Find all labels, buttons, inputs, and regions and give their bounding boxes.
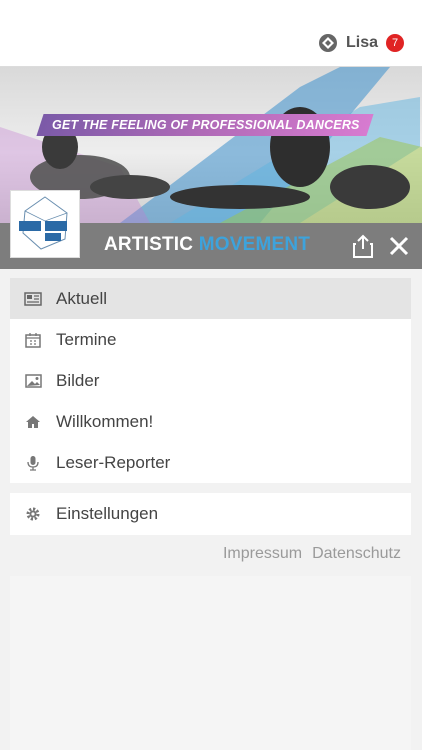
menu-item-leser-reporter[interactable]: Leser-Reporter <box>10 442 411 483</box>
impressum-link[interactable]: Impressum <box>223 545 302 563</box>
datenschutz-link[interactable]: Datenschutz <box>312 545 401 563</box>
share-icon[interactable] <box>350 233 376 259</box>
menu-item-label: Bilder <box>56 370 100 390</box>
footer-links: Impressum Datenschutz <box>223 545 401 563</box>
menu-item-label: Leser-Reporter <box>56 452 171 472</box>
notification-badge: 7 <box>386 34 404 52</box>
main-menu: Aktuell Termine Bilder Willkommen! Leser… <box>10 278 411 483</box>
menu-item-aktuell[interactable]: Aktuell <box>10 278 411 319</box>
top-bar: Lisa 7 <box>0 0 422 67</box>
settings-menu: Einstellungen <box>10 493 411 535</box>
menu-item-label: Einstellungen <box>56 504 159 523</box>
menu-item-label: Termine <box>56 329 117 349</box>
calendar-icon <box>24 331 42 349</box>
user-name[interactable]: Lisa <box>346 34 378 52</box>
newspaper-icon <box>24 290 42 308</box>
brand-logo <box>10 190 80 258</box>
user-avatar-icon <box>318 34 337 52</box>
menu-item-einstellungen[interactable]: Einstellungen <box>10 493 411 535</box>
menu-item-label: Willkommen! <box>56 411 154 431</box>
menu-item-willkommen[interactable]: Willkommen! <box>10 401 411 442</box>
gear-icon <box>24 505 42 523</box>
menu-item-termine[interactable]: Termine <box>10 319 411 360</box>
menu-item-bilder[interactable]: Bilder <box>10 360 411 401</box>
menu-item-label: Aktuell <box>56 288 108 308</box>
microphone-icon <box>24 454 42 472</box>
user-menu[interactable]: Lisa 7 <box>318 33 404 53</box>
hero-tagline: GET THE FEELING OF PROFESSIONAL DANCERS <box>36 114 374 136</box>
close-icon[interactable] <box>386 233 412 259</box>
image-icon <box>24 372 42 390</box>
brand-title: ARTISTIC MOVEMENT <box>104 234 311 255</box>
home-icon <box>24 413 42 431</box>
empty-area <box>10 576 411 750</box>
